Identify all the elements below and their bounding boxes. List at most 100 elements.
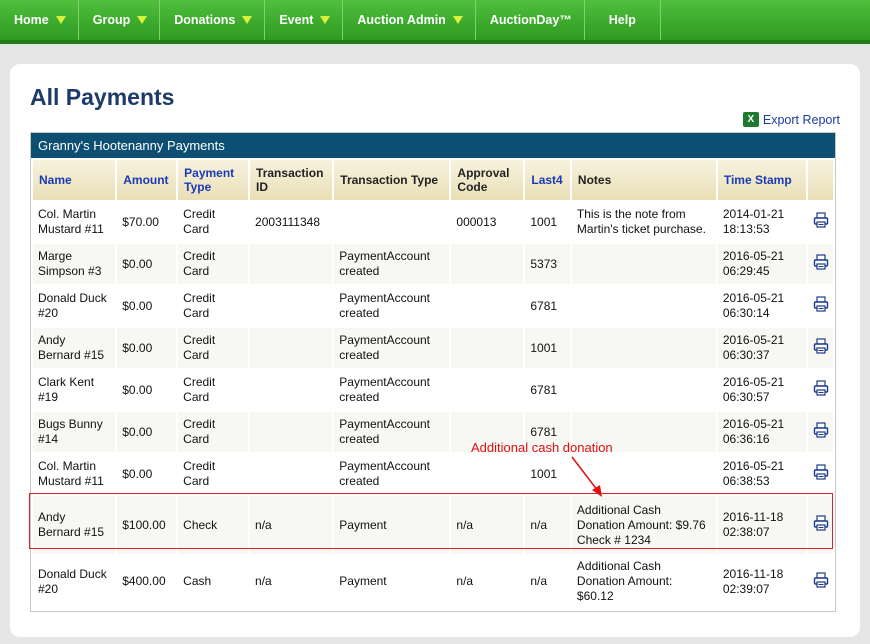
annotation-label: Additional cash donation (471, 440, 613, 455)
cell-print (808, 496, 833, 554)
chevron-down-icon (242, 16, 253, 24)
cell-payment-type: Check (178, 496, 249, 554)
cell-last4: n/a (525, 496, 570, 554)
cell-approval-code: 000013 (451, 202, 524, 242)
cell-amount: $0.00 (117, 328, 177, 368)
nav-item-label: Event (279, 13, 314, 27)
cell-amount: $70.00 (117, 202, 177, 242)
cell-transaction-id (250, 454, 333, 494)
print-icon[interactable] (813, 212, 829, 228)
cell-time-stamp: 2016-05-21 06:36:16 (717, 412, 807, 452)
table-row: Andy Bernard #15 $100.00 Check n/a Payment n/… (33, 496, 833, 554)
cell-name: Marge Simpson #3 (33, 244, 116, 284)
print-icon[interactable] (813, 338, 829, 354)
nav-bar: Home Group Donations Event Auction Admin Auct… (0, 0, 870, 40)
nav-item-group[interactable]: Group (79, 0, 161, 40)
cell-notes (571, 370, 716, 410)
cell-amount: $100.00 (117, 496, 177, 554)
export-report-label: Export Report (762, 112, 840, 127)
print-icon[interactable] (813, 380, 829, 396)
table-body: Col. Martin Mustard #11 $70.00 Credit Card… (33, 202, 833, 607)
cell-print (808, 328, 833, 368)
cell-payment-type: Credit Card (178, 454, 249, 494)
cell-transaction-id (250, 286, 333, 326)
cell-payment-type: Credit Card (178, 202, 249, 242)
cell-name: Col. Martin Mustard #11 (33, 454, 116, 494)
nav-item-help[interactable]: Help (585, 0, 661, 40)
column-header-amount[interactable]: Amount (117, 160, 177, 200)
cell-approval-code: n/a (451, 556, 524, 607)
cell-approval-code (451, 370, 524, 410)
print-icon[interactable] (813, 422, 829, 438)
column-header-payment-type[interactable]: Payment Type (178, 160, 249, 200)
cell-name: Col. Martin Mustard #11 (33, 202, 116, 242)
content-card: All Payments X Export Report Granny's Ho… (10, 64, 860, 637)
cell-notes: This is the note from Martin's ticket pu… (571, 202, 716, 242)
payments-table: Name Amount Payment Type Transaction ID Tran… (31, 158, 835, 609)
chevron-down-icon (452, 16, 463, 24)
nav-item-donations[interactable]: Donations (160, 0, 266, 40)
nav-item-label: Auction Admin (357, 13, 446, 27)
cell-approval-code (451, 286, 524, 326)
cell-name: Bugs Bunny #14 (33, 412, 116, 452)
page-title: All Payments (30, 84, 175, 110)
cell-notes: Additional Cash Donation Amount: $60.12 (571, 556, 716, 607)
print-icon[interactable] (813, 296, 829, 312)
cell-time-stamp: 2014-01-21 18:13:53 (717, 202, 807, 242)
cell-name: Donald Duck #20 (33, 286, 116, 326)
payments-table-panel: Granny's Hootenanny Payments Name Amount P… (30, 132, 836, 612)
print-icon[interactable] (813, 464, 829, 480)
cell-transaction-type: PaymentAccount created (334, 244, 450, 284)
cell-payment-type: Credit Card (178, 370, 249, 410)
nav-item-label: Donations (174, 13, 236, 27)
cell-transaction-type: PaymentAccount created (334, 370, 450, 410)
cell-name: Andy Bernard #15 (33, 328, 116, 368)
cell-amount: $0.00 (117, 244, 177, 284)
table-row: Bugs Bunny #14 $0.00 Credit Card PaymentAcc… (33, 412, 833, 452)
table-row: Andy Bernard #15 $0.00 Credit Card PaymentA… (33, 328, 833, 368)
table-row: Marge Simpson #3 $0.00 Credit Card PaymentA… (33, 244, 833, 284)
annotation-arrow (571, 456, 602, 497)
print-icon[interactable] (813, 515, 829, 531)
print-icon[interactable] (813, 571, 829, 588)
nav-item-event[interactable]: Event (265, 0, 344, 40)
column-header-approval-code: Approval Code (451, 160, 524, 200)
cell-payment-type: Credit Card (178, 412, 249, 452)
cell-last4: 5373 (525, 244, 570, 284)
cell-payment-type: Credit Card (178, 244, 249, 284)
cell-approval-code: n/a (451, 496, 524, 554)
cell-print (808, 412, 833, 452)
export-report-link[interactable]: X Export Report (742, 112, 840, 127)
cell-name: Clark Kent #19 (33, 370, 116, 410)
cell-last4: 6781 (525, 370, 570, 410)
table-header-row: Name Amount Payment Type Transaction ID Tran… (33, 160, 833, 200)
cell-transaction-type: PaymentAccount created (334, 454, 450, 494)
chevron-down-icon (55, 16, 66, 24)
cell-notes (571, 328, 716, 368)
table-row: Col. Martin Mustard #11 $0.00 Credit Card P… (33, 454, 833, 494)
cell-time-stamp: 2016-05-21 06:30:37 (717, 328, 807, 368)
nav-item-auctionday[interactable]: AuctionDay™ (476, 0, 585, 40)
cell-transaction-id: 2003111348 (250, 202, 333, 242)
cell-last4: 6781 (525, 286, 570, 326)
top-nav: Home Group Donations Event Auction Admin Auct… (0, 0, 870, 44)
cell-time-stamp: 2016-05-21 06:29:45 (717, 244, 807, 284)
cell-transaction-id (250, 244, 333, 284)
column-header-last4[interactable]: Last4 (525, 160, 570, 200)
table-row: Donald Duck #20 $400.00 Cash n/a Payment n/a n… (33, 556, 833, 607)
table-row: Clark Kent #19 $0.00 Credit Card PaymentAcc… (33, 370, 833, 410)
cell-transaction-id (250, 328, 333, 368)
cell-transaction-type: PaymentAccount created (334, 286, 450, 326)
cell-notes: Additional Cash Donation Amount: $9.76 C… (571, 496, 716, 554)
nav-item-auction-admin[interactable]: Auction Admin (343, 0, 476, 40)
column-header-transaction-type: Transaction Type (334, 160, 450, 200)
nav-item-home[interactable]: Home (0, 0, 79, 40)
column-header-time-stamp[interactable]: Time Stamp (717, 160, 807, 200)
cell-amount: $400.00 (117, 556, 177, 607)
cell-notes (571, 286, 716, 326)
cell-print (808, 556, 833, 607)
column-header-name[interactable]: Name (33, 160, 116, 200)
excel-icon: X (742, 112, 759, 127)
cell-payment-type: Credit Card (178, 286, 249, 326)
print-icon[interactable] (813, 254, 829, 270)
